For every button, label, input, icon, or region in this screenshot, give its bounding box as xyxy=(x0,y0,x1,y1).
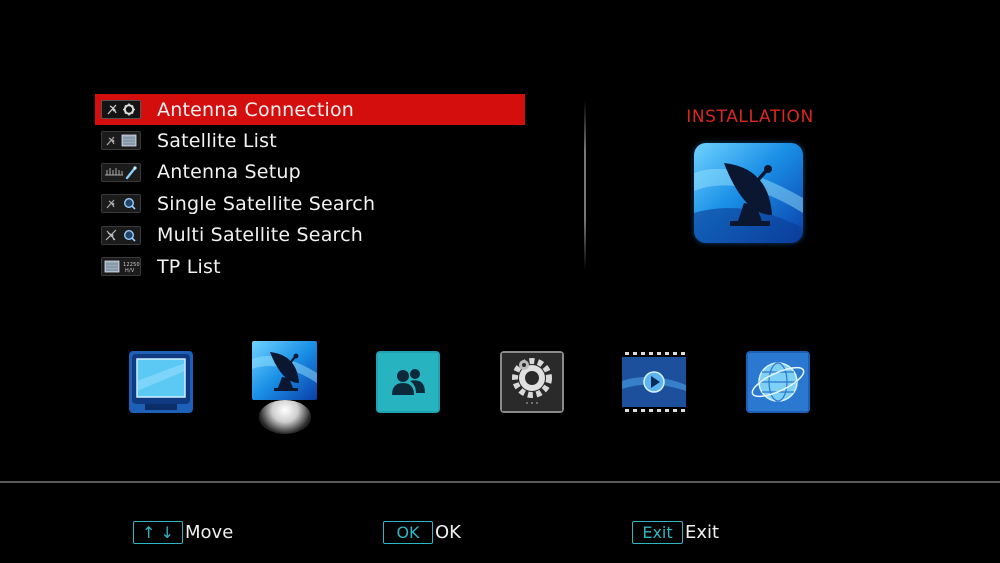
hint-exit: Exit Exit xyxy=(632,521,719,544)
footer-divider xyxy=(0,481,1000,483)
tp-icon-polarity: H/V xyxy=(125,268,135,274)
vertical-divider xyxy=(584,100,586,270)
tv-icon[interactable] xyxy=(129,351,193,413)
network-globe-icon[interactable] xyxy=(746,351,810,413)
menu-item-label: Single Satellite Search xyxy=(157,192,376,215)
antenna-connection-icon xyxy=(101,100,141,119)
section-title: INSTALLATION xyxy=(686,107,814,127)
hint-move: ↑ ↓ Move xyxy=(133,521,233,544)
menu-item-label: Multi Satellite Search xyxy=(157,224,364,247)
menu-item-label: Antenna Connection xyxy=(157,98,355,121)
menu-item-satellite-list[interactable]: Satellite List xyxy=(95,125,525,156)
antenna-setup-icon xyxy=(101,162,141,182)
installation-icon[interactable] xyxy=(252,341,317,400)
menu-item-label: Satellite List xyxy=(157,130,277,153)
hint-label: Move xyxy=(185,522,234,543)
hint-ok: OK OK xyxy=(383,521,461,544)
menu-item-tp-list[interactable]: 12250 H/V TP List xyxy=(95,251,525,282)
tp-list-icon: 12250 H/V xyxy=(101,256,141,276)
menu-item-antenna-setup[interactable]: Antenna Setup xyxy=(95,157,525,188)
satellite-dish-icon xyxy=(694,143,803,243)
single-satellite-search-icon xyxy=(101,194,141,214)
menu-item-single-satellite-search[interactable]: Single Satellite Search xyxy=(95,188,525,219)
hint-label: OK xyxy=(435,522,461,543)
ok-key[interactable]: OK xyxy=(383,521,433,544)
exit-key[interactable]: Exit xyxy=(632,521,683,544)
menu-item-label: Antenna Setup xyxy=(157,161,301,184)
installation-menu: Antenna Connection Satellite List Antenn… xyxy=(95,94,525,282)
settings-gear-icon[interactable] xyxy=(500,351,564,413)
selection-glow xyxy=(259,400,311,434)
satellite-list-icon xyxy=(101,131,141,151)
menu-item-multi-satellite-search[interactable]: Multi Satellite Search xyxy=(95,220,525,251)
menu-item-antenna-connection[interactable]: Antenna Connection xyxy=(95,94,525,126)
hint-label: Exit xyxy=(685,522,720,543)
updown-key[interactable]: ↑ ↓ xyxy=(133,521,183,544)
media-player-icon[interactable] xyxy=(622,351,686,413)
menu-item-label: TP List xyxy=(157,255,221,278)
multi-satellite-search-icon xyxy=(101,225,141,245)
users-icon[interactable] xyxy=(376,351,440,413)
